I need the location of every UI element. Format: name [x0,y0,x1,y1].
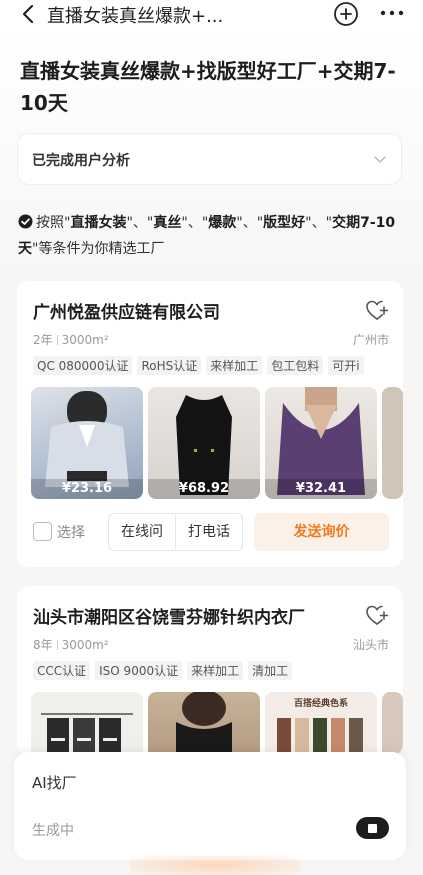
product-price: ¥68.92 [148,479,260,499]
add-circle-icon[interactable] [333,1,359,27]
product-image[interactable]: ¥68.92 [148,387,260,499]
send-inquiry-button[interactable]: 发送询价 [254,513,389,551]
product-image[interactable] [382,692,403,756]
select-checkbox[interactable] [33,522,52,541]
divider [56,335,58,345]
factory-card[interactable]: 广州悦盈供应链有限公司 2年 3000m² 广州市 QC 080000认证 RoHS… [17,281,403,567]
factory-tags: QC 080000认证 RoHS认证 来样加工 包工包料 可开i [33,355,403,375]
criteria-suffix: 等条件为你精选工厂 [38,241,165,257]
product-carousel[interactable]: 百搭经典色系 [31,692,403,756]
contact-button-group: 在线问 打电话 [108,513,243,551]
product-image[interactable] [382,387,403,499]
analysis-label: 已完成用户分析 [32,153,130,169]
bottom-glow [130,856,300,875]
product-photo [176,692,232,752]
factory-card[interactable]: 汕头市潮阳区谷饶雪芬娜针织内衣厂 8年 3000m² 汕头市 CCC认证 ISO 9… [17,586,403,756]
tag: 包工包料 [267,356,324,375]
chevron-down-icon [374,156,386,163]
product-image[interactable] [148,692,260,756]
stop-button[interactable] [356,817,389,839]
product-price: ¥32.41 [265,479,377,499]
product-image[interactable]: ¥32.41 [265,387,377,499]
tag: 来样加工 [206,356,263,375]
criteria-prefix: 按照 [36,215,64,231]
factory-meta: 8年 3000m² [33,636,109,653]
product-image[interactable]: 百搭经典色系 [265,692,377,756]
ai-factory-panel: AI找厂 生成中 [14,752,406,860]
divider [56,640,58,650]
tag: QC 080000认证 [33,356,133,375]
stop-icon [368,824,377,833]
top-nav-bar: 直播女装真丝爆款+... [0,0,423,30]
generating-status: 生成中 [32,823,74,839]
favorite-heart-plus-icon[interactable] [365,299,389,321]
product-image[interactable] [31,692,143,756]
criteria-separator: 、 [132,215,147,231]
more-dots-icon[interactable] [378,2,406,22]
factory-area: 3000m² [61,638,109,652]
tag: 清加工 [248,661,293,680]
criteria-term: 直播女装 [70,215,127,231]
tag: 来样加工 [187,661,244,680]
product-caption: 百搭经典色系 [293,699,348,709]
tag: CCC认证 [33,661,91,680]
query-title: 直播女装真丝爆款+找版型好工厂+交期7-10天 [20,59,396,115]
criteria-separator: 、 [242,215,257,231]
criteria-term: 爆款 [208,215,237,231]
factory-city: 广州市 [352,333,389,347]
user-analysis-dropdown[interactable]: 已完成用户分析 [17,133,402,185]
factory-area: 3000m² [61,333,109,347]
favorite-heart-plus-icon[interactable] [365,604,389,626]
factory-years: 2年 [33,333,53,347]
card-actions: 选择 在线问 打电话 发送询价 [17,510,403,554]
product-photo [41,713,133,756]
check-circle-icon [18,214,33,229]
factory-tags: CCC认证 ISO 9000认证 来样加工 清加工 [33,660,403,680]
ai-panel-title: AI找厂 [32,774,77,792]
tag: 可开i [328,356,364,375]
criteria-term: 真丝 [153,215,182,231]
call-button[interactable]: 打电话 [176,514,242,550]
factory-name[interactable]: 广州悦盈供应链有限公司 [33,298,220,323]
criteria-separator: 、 [187,215,202,231]
criteria-summary: 按照"直播女装"、"真丝"、"爆款"、"版型好"、"交期7-10天"等条件为你精… [18,214,396,257]
criteria-separator: 、 [311,215,326,231]
tag: ISO 9000认证 [95,661,183,680]
select-label[interactable]: 选择 [57,522,85,542]
factory-meta: 2年 3000m² [33,331,109,348]
factory-city: 汕头市 [352,638,389,652]
factory-years: 8年 [33,638,53,652]
online-inquiry-button[interactable]: 在线问 [109,514,176,550]
factory-name[interactable]: 汕头市潮阳区谷饶雪芬娜针织内衣厂 [33,603,305,628]
product-carousel[interactable]: ¥23.16 ¥68.92 ¥32.41 [31,387,403,499]
nav-title: 直播女装真丝爆款+... [47,6,224,27]
back-arrow-icon[interactable] [18,3,40,25]
product-price: ¥23.16 [31,479,143,499]
tag: RoHS认证 [137,356,202,375]
criteria-term: 版型好 [263,215,306,231]
product-image[interactable]: ¥23.16 [31,387,143,499]
